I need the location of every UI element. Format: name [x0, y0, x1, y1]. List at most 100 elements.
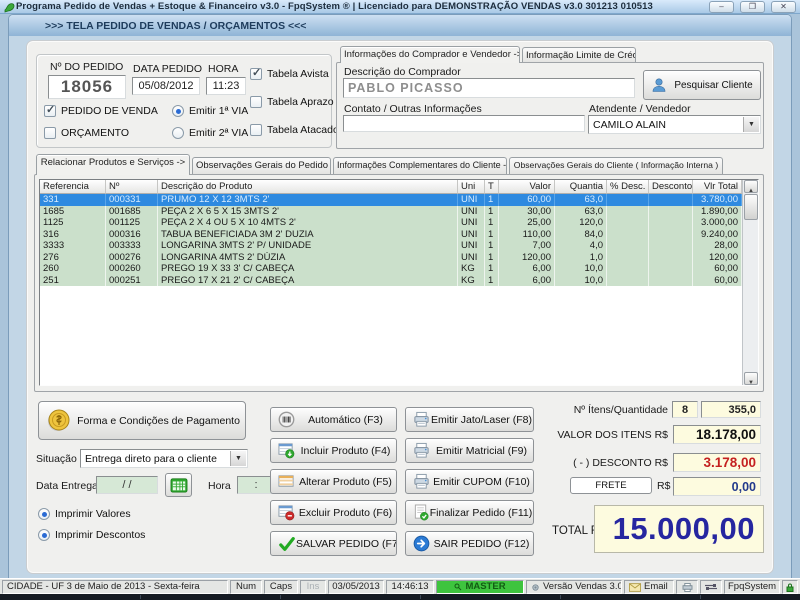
sair-pedido-button[interactable]: SAIR PEDIDO (F12)	[405, 531, 534, 556]
table-row[interactable]: 1685 001685 PEÇA 2 X 6 5 X 15 3MTS 2' UNI 1 3…	[40, 205, 742, 217]
frete-rs-label: R$	[657, 480, 671, 492]
table-cell: 001125	[106, 217, 158, 229]
salvar-pedido-button[interactable]: SALVAR PEDIDO (F7)	[270, 531, 397, 556]
tabela-aprazo-checkbox[interactable]: Tabela Aprazo	[250, 96, 334, 108]
imprimir-valores-radio[interactable]: Imprimir Valores	[38, 508, 131, 520]
table-cell	[649, 217, 693, 229]
scroll-up-icon[interactable]	[744, 180, 758, 193]
table-cell	[649, 263, 693, 275]
table-cell: 1	[485, 263, 499, 275]
sair-pedido-label: SAIR PEDIDO (F12)	[433, 537, 530, 550]
table-cell: 000276	[106, 251, 158, 263]
tabela-aprazo-label: Tabela Aprazo	[267, 96, 334, 108]
table-cell: 1	[485, 205, 499, 217]
situacao-combobox[interactable]: Entrega direto para o cliente	[80, 449, 248, 468]
emitir-1via-radio[interactable]: Emitir 1ª VIA	[172, 105, 248, 117]
table-cell: 30,00	[499, 205, 555, 217]
tab-produtos-servicos[interactable]: Relacionar Produtos e Serviços ->	[36, 154, 190, 175]
buyer-description-label: Descrição do Comprador	[344, 66, 461, 78]
data-entrega-field[interactable]: / /	[96, 476, 158, 494]
emitir-cupom-button[interactable]: Emitir CUPOM (F10)	[405, 469, 534, 494]
pedido-venda-checkbox[interactable]: PEDIDO DE VENDA	[44, 103, 158, 117]
tabela-avista-checkbox[interactable]: Tabela Avista	[250, 66, 329, 80]
table-cell: PEÇA 2 X 4 OU 5 X 10 4MTS 2'	[158, 217, 458, 229]
table-cell: 260	[40, 263, 106, 275]
atendente-combobox[interactable]: CAMILO ALAIN	[588, 115, 761, 134]
table-cell: PRUMO 12 X 12 3MTS 2'	[158, 194, 458, 206]
table-cell	[649, 274, 693, 286]
printer-icon	[413, 442, 430, 459]
table-cell	[649, 205, 693, 217]
table-cell: 28,00	[693, 240, 742, 252]
contato-field[interactable]	[343, 115, 585, 132]
table-row[interactable]: 251 000251 PREGO 17 X 21 2' C/ CABEÇA KG 1 6,…	[40, 274, 742, 286]
table-cell	[607, 228, 649, 240]
order-number-field[interactable]: 18056	[48, 75, 126, 99]
table-cell: 6,00	[499, 263, 555, 275]
pesquisar-cliente-button[interactable]: Pesquisar Cliente	[643, 70, 761, 100]
frete-button[interactable]: FRETE	[570, 477, 652, 494]
table-cell	[607, 240, 649, 252]
table-cell: 1	[485, 251, 499, 263]
order-time-field[interactable]: 11:23	[206, 77, 246, 95]
tabela-atacado-checkbox[interactable]: Tabela Atacado	[250, 124, 339, 136]
table-row[interactable]: 331 000331 PRUMO 12 X 12 3MTS 2' UNI 1 60,00 6…	[40, 194, 742, 206]
pesquisar-cliente-label: Pesquisar Cliente	[674, 79, 753, 91]
emitir-matricial-button[interactable]: Emitir Matricial (F9)	[405, 438, 534, 463]
table-cell: KG	[458, 274, 485, 286]
table-cell: 1	[485, 228, 499, 240]
incluir-produto-button[interactable]: Incluir Produto (F4)	[270, 438, 397, 463]
tab-observacoes-cliente[interactable]: Observações Gerais do Cliente ( Informaç…	[509, 157, 723, 175]
tabela-atacado-label: Tabela Atacado	[267, 124, 339, 136]
maximize-button[interactable]	[740, 1, 765, 13]
calendar-button[interactable]	[165, 473, 192, 497]
minimize-button[interactable]	[709, 1, 734, 13]
excluir-produto-label: Excluir Produto (F6)	[298, 506, 393, 519]
orcamento-checkbox[interactable]: ORÇAMENTO	[44, 127, 129, 139]
chevron-down-icon[interactable]	[743, 117, 759, 132]
contato-label: Contato / Outras Informações	[344, 103, 482, 115]
emitir-2via-radio[interactable]: Emitir 2ª VIA	[172, 127, 248, 139]
finalizar-pedido-button[interactable]: Finalizar Pedido (F11)	[405, 500, 534, 525]
table-cell: 000331	[106, 194, 158, 206]
radio-selected-icon	[38, 529, 50, 541]
imprimir-descontos-radio[interactable]: Imprimir Descontos	[38, 529, 145, 541]
valor-itens-field: 18.178,00	[673, 425, 761, 444]
table-cell: 1,0	[555, 251, 607, 263]
emitir-jato-laser-button[interactable]: Emitir Jato/Laser (F8)	[405, 407, 534, 432]
buyer-name-field[interactable]: PABLO PICASSO	[343, 78, 635, 98]
alterar-produto-button[interactable]: Alterar Produto (F5)	[270, 469, 397, 494]
tab-comprador-vendedor[interactable]: Informações do Comprador e Vendedor ->	[340, 46, 520, 63]
table-cell: UNI	[458, 251, 485, 263]
automatico-button[interactable]: Automático (F3)	[270, 407, 397, 432]
table-cell: 000316	[106, 228, 158, 240]
scroll-down-icon[interactable]	[744, 372, 758, 385]
inner-titlebar: >>> TELA PEDIDO DE VENDAS / ORÇAMENTOS <…	[9, 15, 791, 36]
table-row[interactable]: 3333 003333 LONGARINA 3MTS 2' P/ UNIDADE UN…	[40, 240, 742, 252]
tab-limite-credito[interactable]: Informação Limite de Crédito	[522, 47, 636, 63]
table-cell: UNI	[458, 240, 485, 252]
table-cell: 1	[485, 217, 499, 229]
atendente-label: Atendente / Vendedor	[589, 103, 691, 115]
table-cell: 9.240,00	[693, 228, 742, 240]
close-button[interactable]	[771, 1, 796, 13]
excluir-produto-button[interactable]: Excluir Produto (F6)	[270, 500, 397, 525]
table-row[interactable]: 316 000316 TABUA BENEFICIADA 3M 2' DUZIA UN…	[40, 228, 742, 240]
table-row[interactable]: 276 000276 LONGARINA 4MTS 2' DÚZIA UNI 1 120,…	[40, 251, 742, 263]
tab-informacoes-cliente[interactable]: Informações Complementares do Cliente ->	[333, 157, 507, 175]
chevron-down-icon[interactable]	[230, 451, 246, 466]
forma-pagamento-label: Forma e Condições de Pagamento	[77, 414, 240, 427]
table-cell	[607, 251, 649, 263]
desconto-label: ( - ) DESCONTO R$	[573, 457, 668, 469]
finalizar-pedido-label: Finalizar Pedido (F11)	[429, 506, 533, 519]
emitir-cupom-label: Emitir CUPOM (F10)	[433, 475, 530, 488]
order-time-label: HORA	[208, 63, 239, 75]
checkbox-icon	[44, 127, 56, 139]
table-row[interactable]: 260 000260 PREGO 19 X 33 3' C/ CABEÇA KG 1 6,…	[40, 263, 742, 275]
table-row[interactable]: 1125 001125 PEÇA 2 X 4 OU 5 X 10 4MTS 2' UN…	[40, 217, 742, 229]
tab-observacoes-pedido[interactable]: Observações Gerais do Pedido ->	[192, 157, 331, 175]
order-date-field[interactable]: 05/08/2012	[132, 77, 200, 95]
scroll-thumb[interactable]	[744, 194, 758, 220]
table-scrollbar[interactable]	[742, 180, 758, 385]
forma-pagamento-button[interactable]: Forma e Condições de Pagamento	[38, 401, 246, 440]
